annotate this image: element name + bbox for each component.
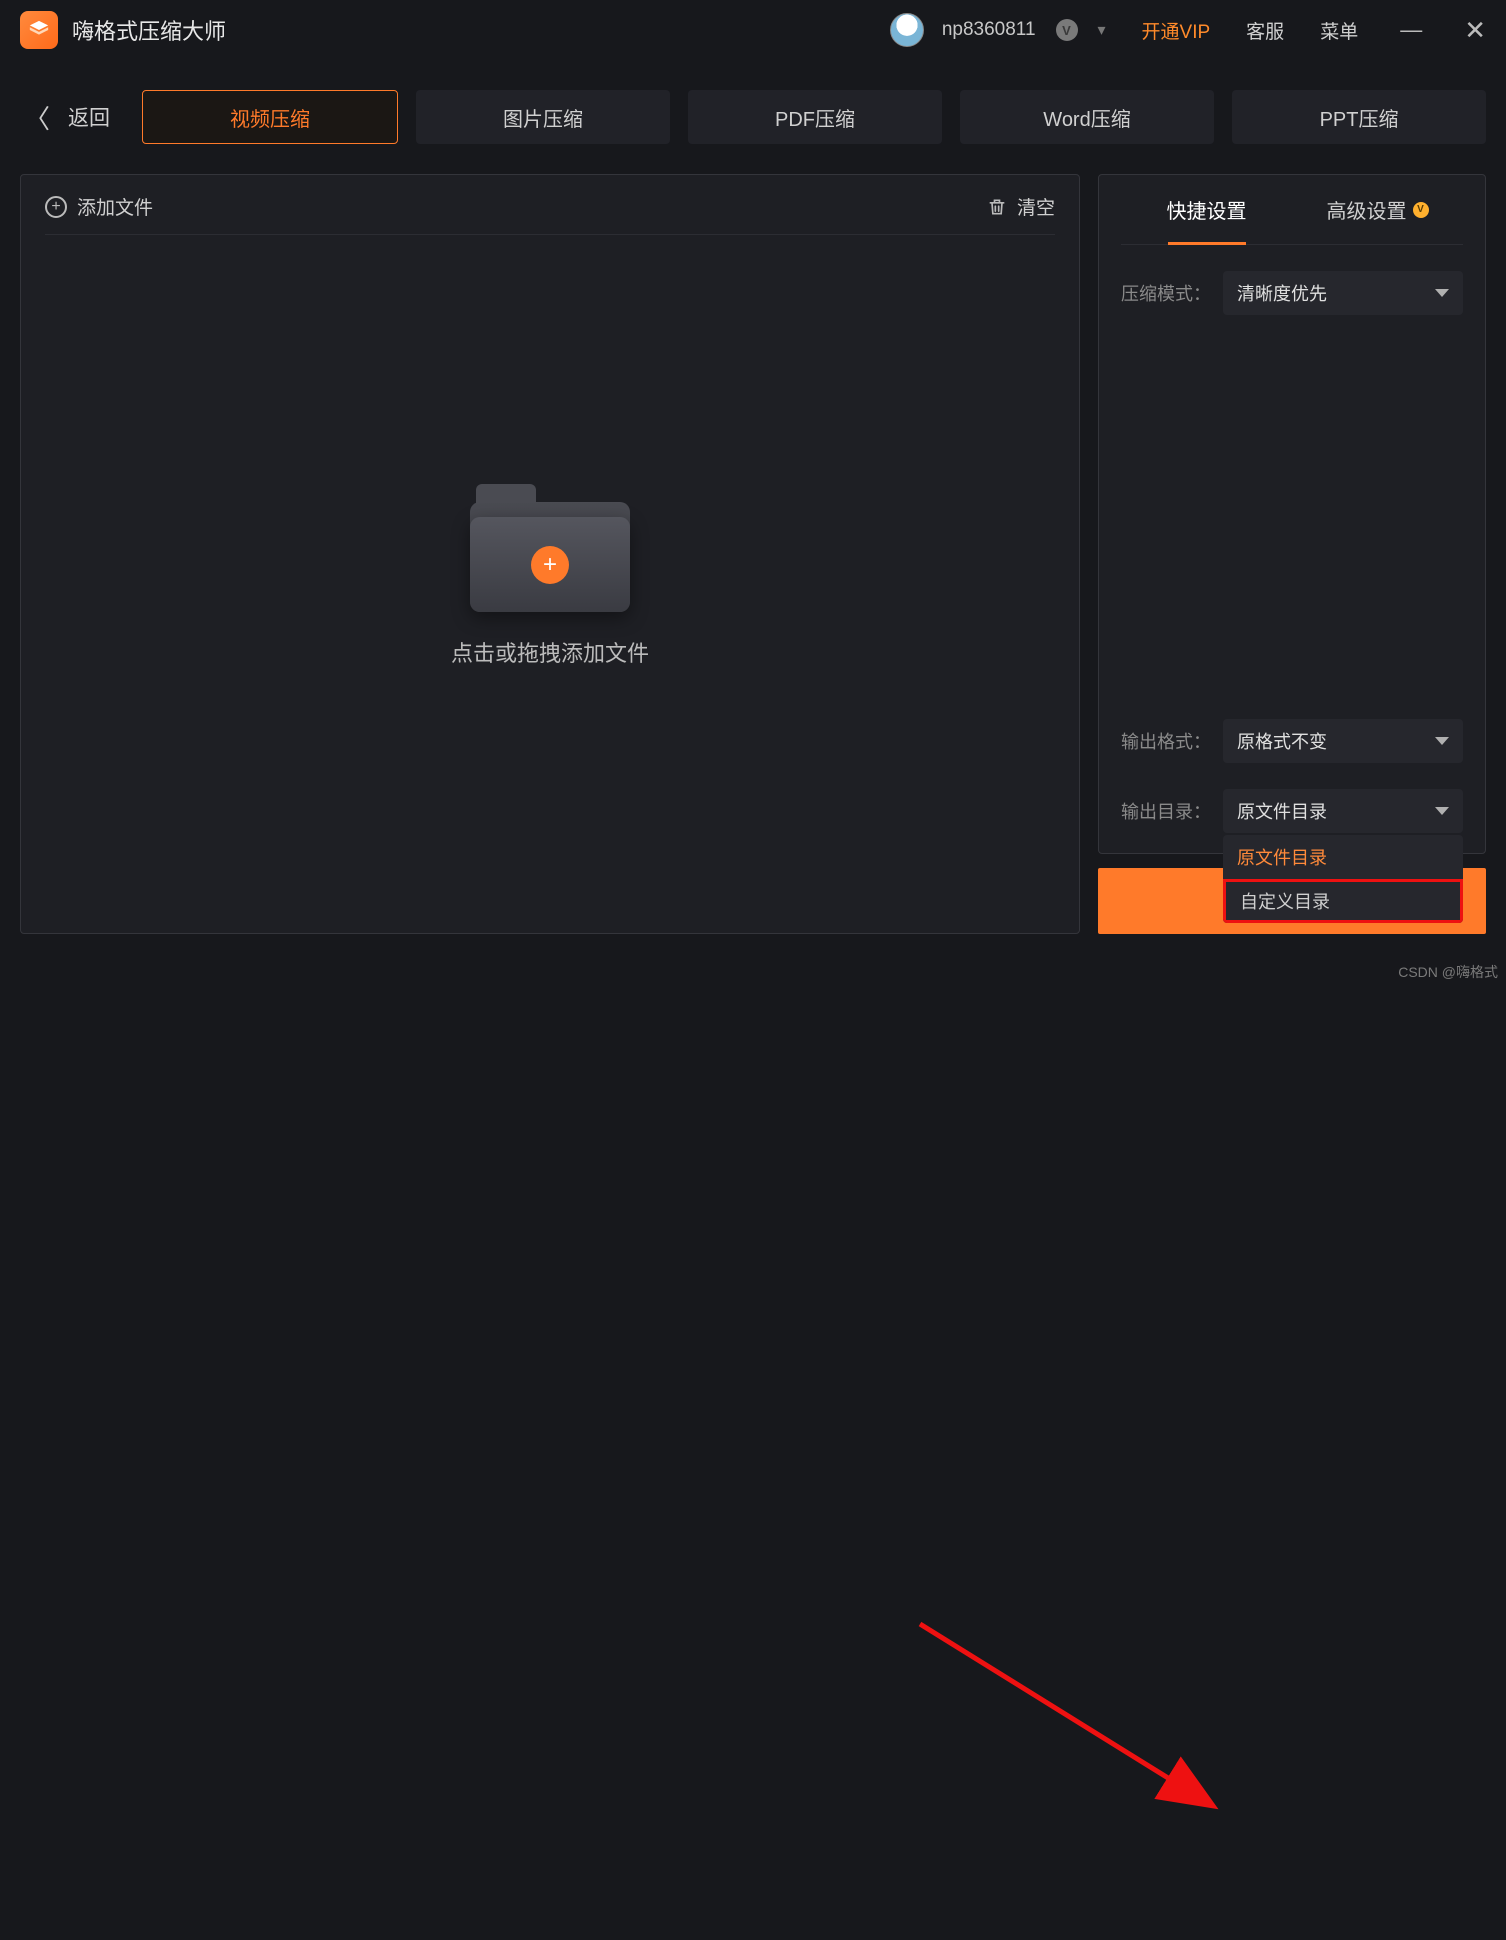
caret-down-icon (1435, 289, 1449, 297)
content: + 添加文件 清空 + 点击或拖拽添加文件 快捷设置 高级设置 V (0, 154, 1506, 954)
tab-image[interactable]: 图片压缩 (416, 90, 670, 144)
annotation-arrow (0, 954, 1506, 1940)
vip-badge-icon: V (1056, 19, 1078, 41)
settings-panel: 快捷设置 高级设置 V 压缩模式： 清晰度优先 输出格式： 原格式不变 (1098, 174, 1486, 934)
drop-header: + 添加文件 清空 (45, 193, 1055, 235)
caret-down-icon (1435, 807, 1449, 815)
tab-ppt[interactable]: PPT压缩 (1232, 90, 1486, 144)
setting-row-mode: 压缩模式： 清晰度优先 (1121, 271, 1463, 315)
titlebar: 嗨格式压缩大师 np8360811 V ▾ 开通VIP 客服 菜单 — ✕ (0, 0, 1506, 60)
support-link[interactable]: 客服 (1246, 17, 1284, 44)
folder-plus-icon: + (531, 546, 569, 584)
mode-select[interactable]: 清晰度优先 (1223, 271, 1463, 315)
back-chevron-icon[interactable]: 〈 (24, 99, 50, 136)
drop-panel: + 添加文件 清空 + 点击或拖拽添加文件 (20, 174, 1080, 934)
add-file-button[interactable]: 添加文件 (77, 193, 153, 220)
format-value: 原格式不变 (1237, 728, 1327, 754)
outdir-select[interactable]: 原文件目录 (1223, 789, 1463, 833)
close-button[interactable]: ✕ (1464, 15, 1486, 46)
chevron-down-icon[interactable]: ▾ (1098, 20, 1106, 40)
vip-dot-icon: V (1413, 202, 1429, 218)
trash-icon[interactable] (987, 196, 1007, 218)
app-logo (20, 11, 58, 49)
settings-tabs: 快捷设置 高级设置 V (1121, 175, 1463, 245)
drop-zone[interactable]: + 点击或拖拽添加文件 (45, 235, 1055, 915)
format-label: 输出格式： (1121, 728, 1211, 754)
drop-hint: 点击或拖拽添加文件 (451, 636, 649, 668)
caret-down-icon (1435, 737, 1449, 745)
watermark: CSDN @嗨格式 (1398, 962, 1498, 982)
tab-row: 〈 返回 视频压缩 图片压缩 PDF压缩 Word压缩 PPT压缩 (0, 60, 1506, 154)
folder-icon: + (470, 482, 630, 612)
tab-video[interactable]: 视频压缩 (142, 90, 398, 144)
outdir-option-original[interactable]: 原文件目录 (1223, 835, 1463, 879)
avatar[interactable] (890, 13, 924, 47)
mode-value: 清晰度优先 (1237, 280, 1327, 306)
username: np8360811 (942, 19, 1036, 41)
outdir-dropdown: 原文件目录 自定义目录 (1223, 835, 1463, 923)
outdir-option-custom[interactable]: 自定义目录 (1223, 879, 1463, 923)
plus-circle-icon[interactable]: + (45, 196, 67, 218)
settings-box: 快捷设置 高级设置 V 压缩模式： 清晰度优先 输出格式： 原格式不变 (1098, 174, 1486, 854)
setting-row-outdir: 输出目录： 原文件目录 原文件目录 自定义目录 (1121, 789, 1463, 833)
outdir-value: 原文件目录 (1237, 798, 1327, 824)
app-title: 嗨格式压缩大师 (72, 14, 226, 46)
outdir-label: 输出目录： (1121, 798, 1211, 824)
tab-word[interactable]: Word压缩 (960, 90, 1214, 144)
mode-label: 压缩模式： (1121, 280, 1211, 306)
clear-button[interactable]: 清空 (1017, 193, 1055, 220)
tab-pdf[interactable]: PDF压缩 (688, 90, 942, 144)
minimize-button[interactable]: — (1400, 17, 1422, 43)
vip-link[interactable]: 开通VIP (1142, 17, 1211, 44)
format-select[interactable]: 原格式不变 (1223, 719, 1463, 763)
settings-tab-quick[interactable]: 快捷设置 (1121, 175, 1292, 244)
setting-row-format: 输出格式： 原格式不变 (1121, 719, 1463, 763)
menu-link[interactable]: 菜单 (1320, 17, 1358, 44)
settings-tab-advanced[interactable]: 高级设置 V (1292, 175, 1463, 244)
back-button[interactable]: 返回 (68, 102, 110, 132)
stack-icon (28, 19, 50, 41)
